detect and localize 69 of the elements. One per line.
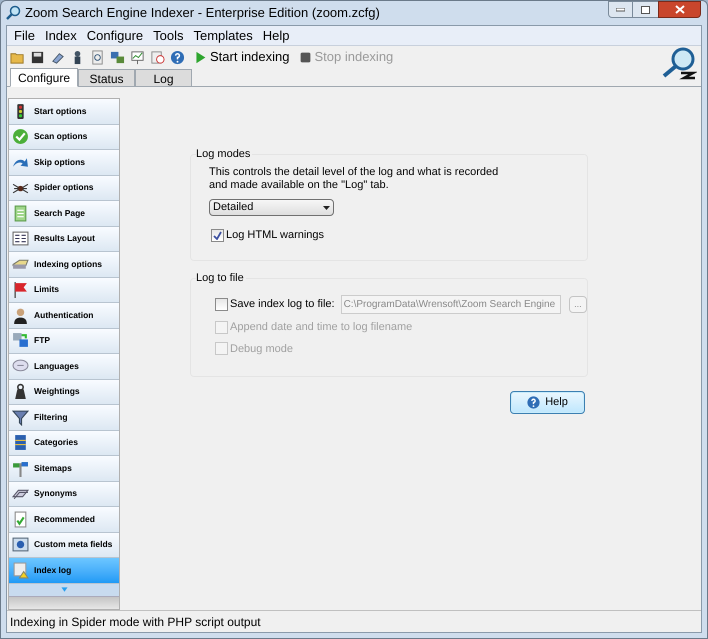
sidebar-item[interactable]: Results Layout	[9, 226, 119, 252]
funnel-icon	[12, 408, 29, 426]
tab[interactable]: Log	[135, 69, 192, 87]
menu-item[interactable]: Index	[40, 26, 82, 46]
checked-document-icon	[12, 510, 29, 528]
menu-item[interactable]: Help	[258, 26, 294, 46]
start-indexing-button[interactable]: Start indexing	[194, 47, 290, 67]
group-title: Log to file	[196, 272, 246, 285]
document-icon	[12, 204, 29, 222]
sidebar-item[interactable]: Weightings	[9, 380, 119, 405]
sidebar-item[interactable]: Authentication	[9, 303, 119, 328]
group-title: Log modes	[196, 148, 252, 161]
minimize-button[interactable]	[608, 1, 633, 18]
chart-icon[interactable]	[130, 50, 145, 64]
sidebar-item[interactable]: Skip options	[9, 150, 119, 176]
menu-item[interactable]: Templates	[188, 26, 258, 46]
computers-icon	[12, 332, 29, 350]
menu-item[interactable]: Configure	[82, 26, 148, 46]
save-icon[interactable]	[30, 50, 45, 64]
sidebar-item[interactable]: Synonyms	[9, 482, 119, 507]
sidebar-item[interactable]: Languages	[9, 354, 119, 380]
tab[interactable]: Status	[78, 69, 135, 87]
layout-grid-icon	[12, 230, 29, 248]
checkbox-label[interactable]: Log HTML warnings	[226, 227, 324, 244]
close-icon	[674, 5, 684, 14]
checkbox[interactable]	[211, 228, 224, 242]
sidebar-item[interactable]: Recommended	[9, 507, 119, 532]
menu-item[interactable]: File	[9, 26, 40, 46]
check-circle-icon	[12, 128, 29, 146]
maximize-button[interactable]	[633, 1, 658, 18]
person-icon	[12, 306, 29, 324]
minimize-icon	[616, 8, 625, 12]
status-text: Indexing in Spider mode with PHP script output	[10, 614, 261, 630]
sidebar-item[interactable]: Scan options	[9, 124, 119, 150]
sidebar-item[interactable]: Indexing options	[9, 252, 119, 278]
sidebar-item[interactable]: FTP	[9, 328, 119, 354]
help-button[interactable]: Help	[510, 391, 585, 414]
cabinet-icon	[12, 434, 29, 452]
sidebar-item[interactable]: Sitemaps	[9, 456, 119, 482]
signpost-icon	[12, 460, 29, 477]
sidebar-item[interactable]: Index log	[9, 558, 119, 584]
stop-icon	[298, 50, 312, 64]
magnifier-logo-icon	[661, 46, 697, 80]
magnifier-icon	[5, 5, 21, 21]
sidebar-item[interactable]: Start options	[9, 99, 119, 124]
computers-icon[interactable]	[110, 50, 125, 64]
flag-icon	[12, 281, 29, 298]
sidebar-item[interactable]: Search Page	[9, 201, 119, 226]
window-title: Zoom Search Engine Indexer - Enterprise Edition (zoom.zcfg)	[25, 4, 380, 22]
weight-icon	[12, 383, 29, 400]
help-icon[interactable]	[170, 50, 185, 64]
sidebar-item[interactable]: Categories	[9, 430, 119, 456]
sidebar-item[interactable]: Spider options	[9, 176, 119, 201]
description-text: This controls the detail level of the log and what is recorded and made available on the "Log" tab.	[209, 166, 500, 192]
help-icon	[527, 396, 540, 409]
close-button[interactable]	[658, 1, 701, 18]
maximize-icon	[641, 6, 650, 14]
checkbox[interactable]	[215, 298, 228, 311]
menu-item[interactable]: Tools	[148, 26, 188, 46]
sidebar-item[interactable]: Filtering	[9, 405, 119, 430]
caret-icon	[323, 206, 330, 210]
log-level-dropdown[interactable]: Detailed	[209, 199, 334, 216]
checkbox-label[interactable]: Save index log to file:	[230, 296, 335, 313]
sidebar-item[interactable]: Limits	[9, 278, 119, 303]
play-icon	[194, 50, 207, 64]
sidebar-item[interactable]: Custom meta fields	[9, 532, 119, 558]
document-search-icon[interactable]	[90, 50, 105, 64]
tab[interactable]: Configure	[10, 68, 78, 87]
document-warning-icon	[12, 562, 29, 579]
